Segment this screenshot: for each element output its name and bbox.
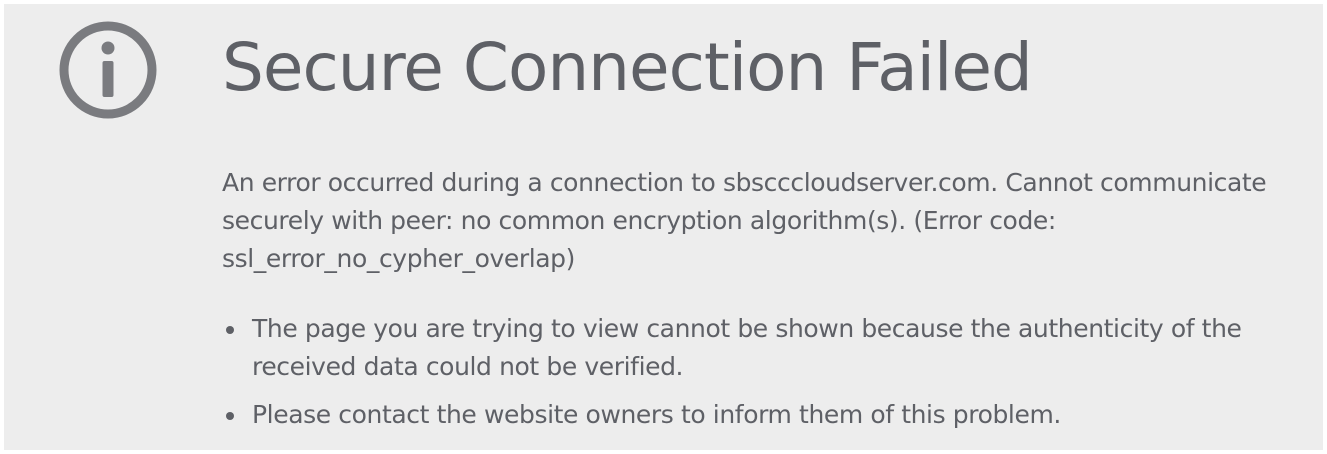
error-title: Secure Connection Failed: [222, 29, 1033, 106]
error-reason-item: Please contact the website owners to inf…: [222, 396, 1312, 434]
info-icon: [59, 21, 157, 119]
error-reason-item: The page you are trying to view cannot b…: [222, 310, 1312, 386]
error-page-container: Secure Connection Failed An error occurr…: [4, 4, 1323, 450]
error-description: An error occurred during a connection to…: [222, 168, 1267, 273]
error-reasons-list: The page you are trying to view cannot b…: [222, 310, 1312, 444]
